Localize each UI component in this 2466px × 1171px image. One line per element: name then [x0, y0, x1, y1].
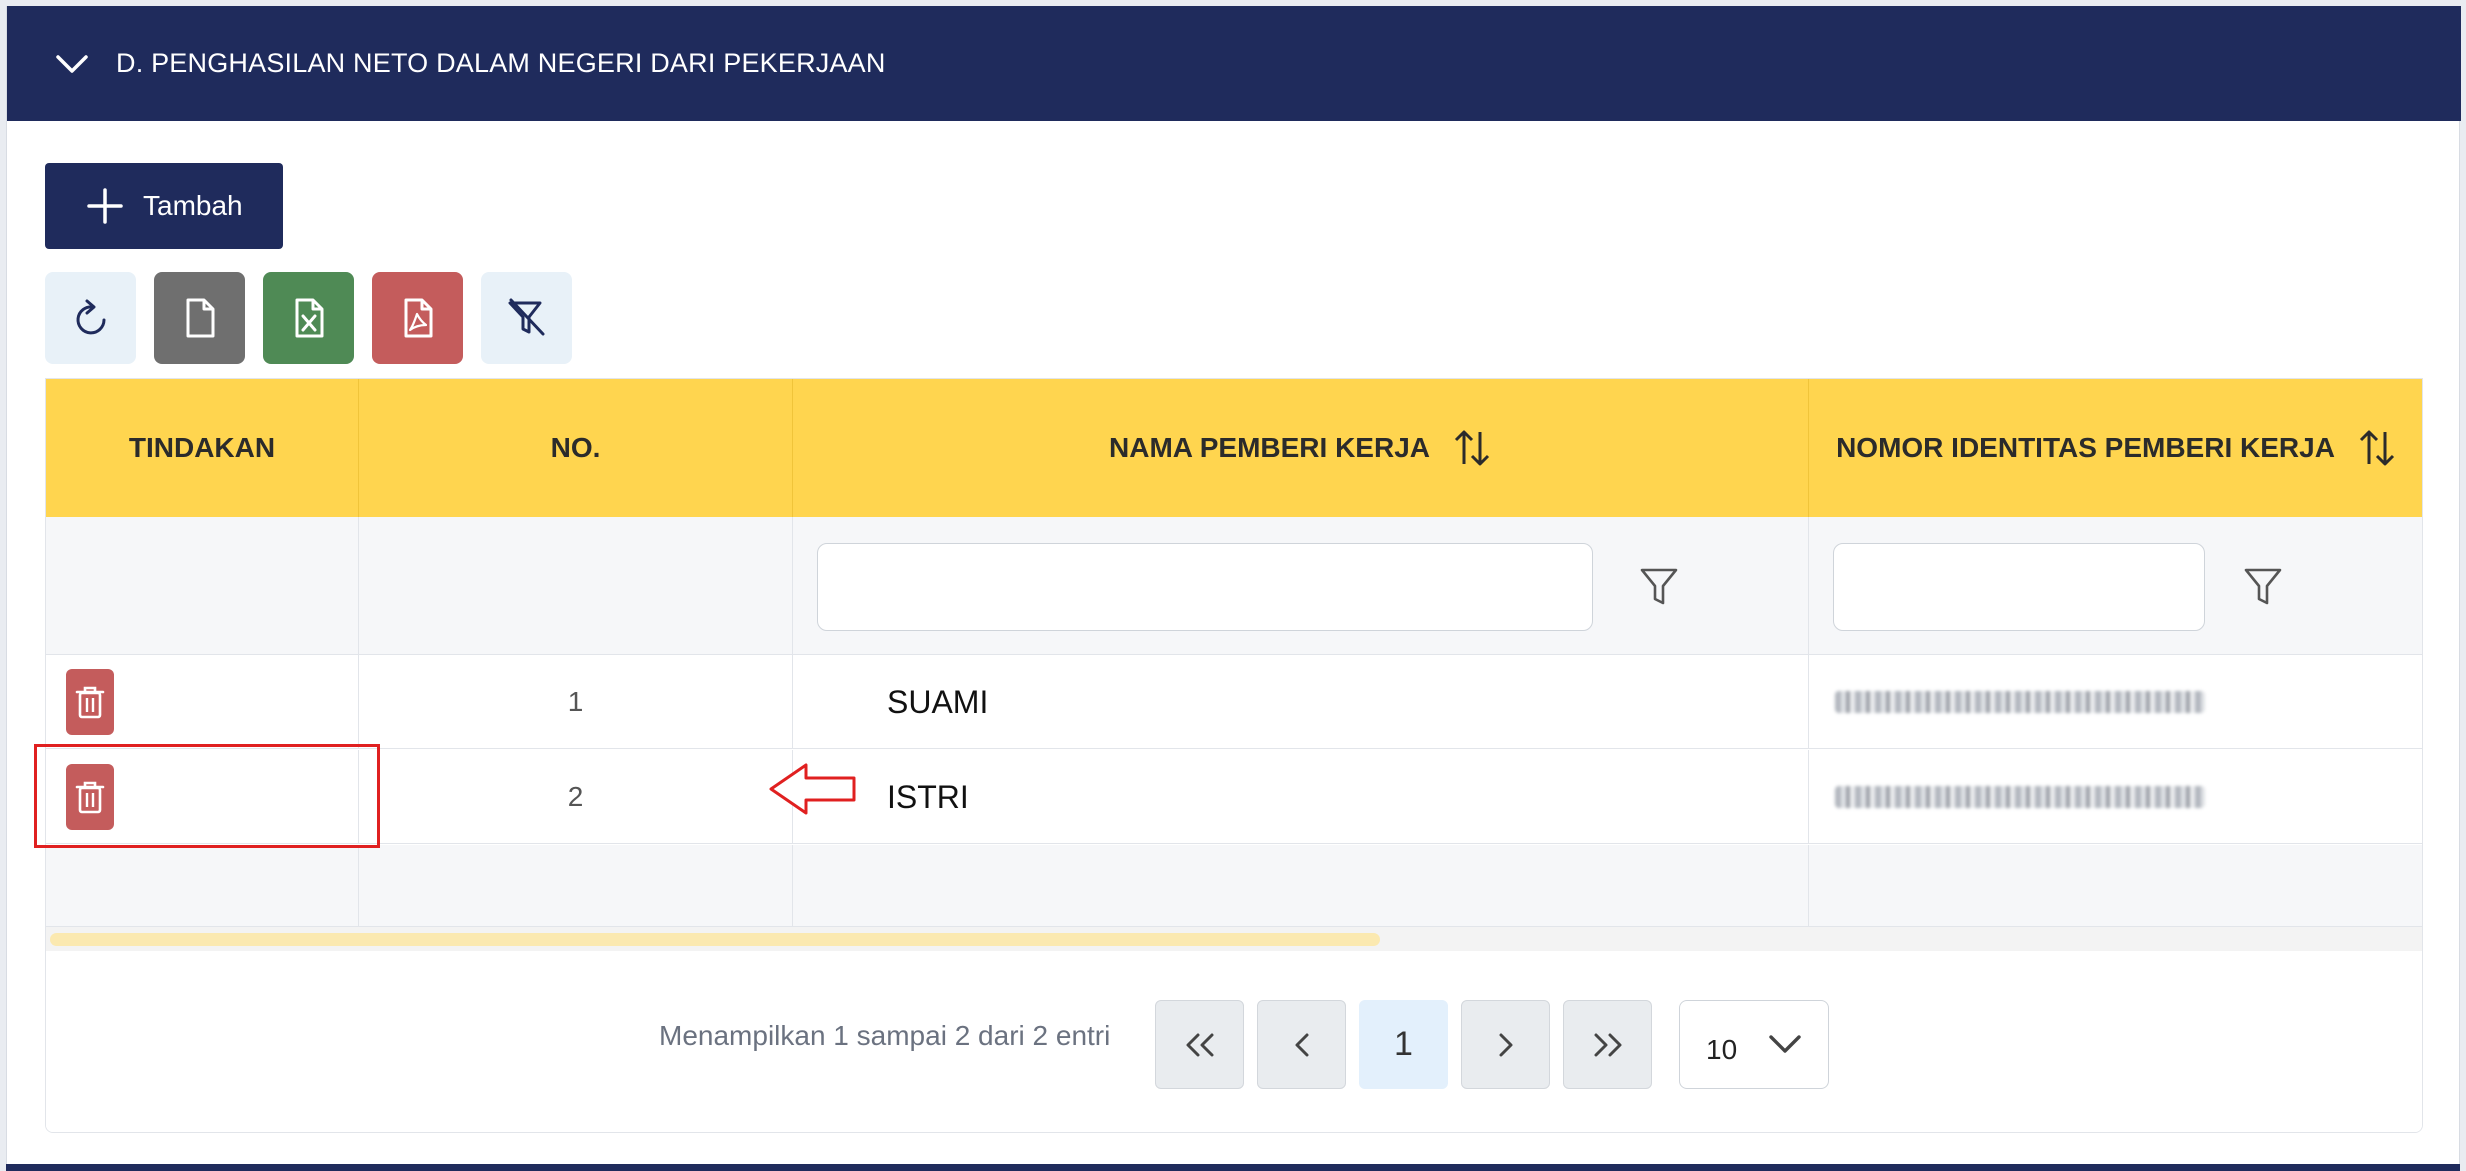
table-row: 2 ISTRI	[46, 750, 2422, 844]
table-row: 1 SUAMI	[46, 655, 2422, 749]
section-title: D. PENGHASILAN NETO DALAM NEGERI DARI PE…	[116, 48, 886, 78]
column-label: NO.	[550, 432, 601, 463]
trash-icon	[75, 686, 105, 719]
next-section-header	[6, 1164, 2460, 1171]
scrollbar-thumb[interactable]	[50, 933, 1380, 946]
horizontal-scrollbar[interactable]	[46, 927, 2422, 951]
annotation-arrow-left-icon	[769, 763, 856, 815]
row-number: 2	[359, 750, 793, 844]
section-header[interactable]: D. PENGHASILAN NETO DALAM NEGERI DARI PE…	[7, 6, 2461, 121]
filter-input-nama[interactable]	[817, 543, 1593, 631]
row-number: 1	[359, 655, 793, 749]
double-chevron-right-icon	[1594, 1033, 1621, 1056]
column-header-tindakan: TINDAKAN	[46, 379, 359, 517]
excel-icon	[295, 298, 323, 338]
pagination: Menampilkan 1 sampai 2 dari 2 entri 1 10	[46, 951, 2422, 1132]
column-header-no: NO.	[359, 379, 793, 517]
column-header-nama[interactable]: NAMA PEMBERI KERJA	[793, 379, 1809, 517]
column-label: NAMA PEMBERI KERJA	[1109, 432, 1430, 463]
chevron-left-icon	[1295, 1033, 1308, 1056]
last-page-button[interactable]	[1563, 1000, 1652, 1089]
page-button-current[interactable]: 1	[1359, 1000, 1448, 1089]
export-pdf-button[interactable]	[372, 272, 463, 364]
filter-cell-empty	[359, 517, 793, 655]
sort-icon[interactable]	[1452, 426, 1492, 470]
empty-cell	[46, 845, 359, 927]
first-page-button[interactable]	[1155, 1000, 1244, 1089]
empty-cell	[1809, 845, 2422, 927]
file-icon	[186, 298, 214, 338]
employer-id-cell	[1809, 750, 2422, 844]
filter-row	[46, 517, 2422, 655]
pdf-icon	[404, 298, 432, 338]
next-page-button[interactable]	[1461, 1000, 1550, 1089]
chevron-down-icon[interactable]	[52, 44, 92, 84]
prev-page-button[interactable]	[1257, 1000, 1346, 1089]
table-header: TINDAKAN NO. NAMA PEMBERI KERJA NOMOR ID…	[46, 379, 2422, 517]
empty-row	[46, 845, 2422, 927]
export-excel-button[interactable]	[263, 272, 354, 364]
trash-icon	[75, 781, 105, 814]
data-table: TINDAKAN NO. NAMA PEMBERI KERJA NOMOR ID…	[45, 378, 2423, 1133]
add-button-label: Tambah	[143, 190, 243, 221]
plus-icon	[87, 188, 123, 224]
refresh-icon	[76, 299, 105, 335]
export-file-button[interactable]	[154, 272, 245, 364]
filter-cell-empty	[46, 517, 359, 655]
double-chevron-left-icon	[1186, 1033, 1213, 1056]
employer-name: SUAMI	[793, 655, 1809, 749]
redacted-id	[1835, 786, 2205, 808]
filter-icon[interactable]	[1633, 561, 1685, 613]
actions-cell	[46, 655, 359, 749]
column-header-nomor-identitas[interactable]: NOMOR IDENTITAS PEMBERI KERJA	[1809, 379, 2422, 517]
clear-filter-button[interactable]	[481, 272, 572, 364]
chevron-right-icon	[1499, 1033, 1512, 1056]
delete-button[interactable]	[66, 764, 114, 830]
page-size-value: 10	[1706, 1033, 1738, 1065]
column-label: TINDAKAN	[128, 432, 276, 463]
filter-cell-nama	[793, 517, 1809, 655]
chevron-down-icon	[1769, 1035, 1801, 1053]
add-button[interactable]: Tambah	[45, 163, 283, 249]
delete-button[interactable]	[66, 669, 114, 735]
filter-cell-nomor-identitas	[1809, 517, 2422, 655]
employer-id-cell	[1809, 655, 2422, 749]
table-toolbar	[45, 272, 572, 364]
empty-cell	[793, 845, 1809, 927]
empty-cell	[359, 845, 793, 927]
refresh-button[interactable]	[45, 272, 136, 364]
employer-name: ISTRI	[793, 750, 1809, 844]
filter-input-nomor-identitas[interactable]	[1833, 543, 2205, 631]
form-panel: D. PENGHASILAN NETO DALAM NEGERI DARI PE…	[6, 6, 2461, 1171]
redacted-id	[1835, 691, 2205, 713]
pagination-info: Menampilkan 1 sampai 2 dari 2 entri	[659, 1020, 1111, 1051]
clear-filter-icon	[508, 298, 544, 336]
sort-icon[interactable]	[2357, 426, 2397, 470]
filter-icon[interactable]	[2237, 561, 2289, 613]
actions-cell	[46, 750, 359, 844]
page-size-select[interactable]: 10	[1679, 1000, 1829, 1089]
column-label: NOMOR IDENTITAS PEMBERI KERJA	[1836, 432, 2335, 463]
